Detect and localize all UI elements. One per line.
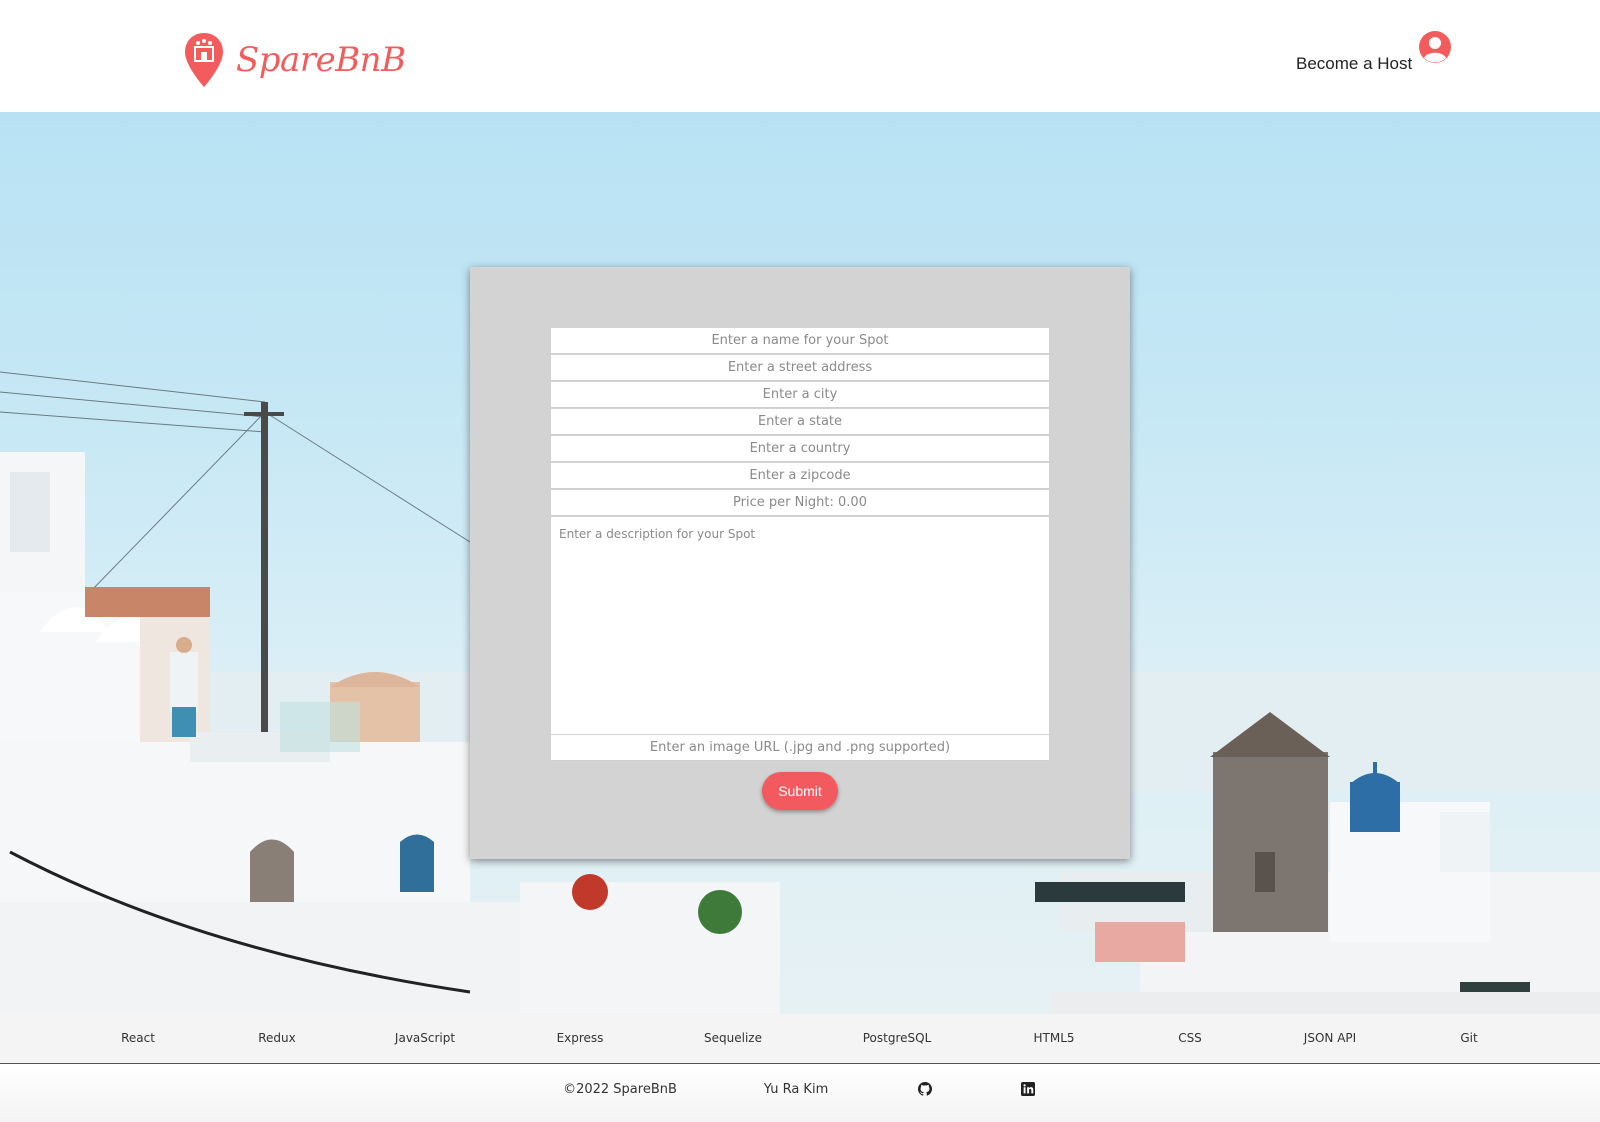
spot-name-input[interactable] — [551, 328, 1049, 354]
brand-logo[interactable]: SpareBnB — [184, 32, 406, 88]
tech-item-react[interactable]: React — [121, 1031, 155, 1045]
tech-item-git[interactable]: Git — [1460, 1031, 1477, 1045]
state-input[interactable] — [551, 409, 1049, 435]
tech-item-redux[interactable]: Redux — [258, 1031, 296, 1045]
description-textarea[interactable] — [551, 517, 1049, 734]
price-per-night-input[interactable] — [551, 490, 1049, 516]
map-pin-logo-icon — [185, 33, 223, 87]
tech-item-javascript[interactable]: JavaScript — [395, 1031, 455, 1045]
tech-item-css[interactable]: CSS — [1178, 1031, 1202, 1045]
tech-stack-bar: React Redux JavaScript Express Sequelize… — [0, 1014, 1600, 1064]
street-address-input[interactable] — [551, 355, 1049, 381]
image-url-input[interactable] — [551, 735, 1049, 761]
create-spot-card: Submit — [470, 267, 1130, 859]
create-spot-form — [551, 328, 1049, 762]
zipcode-input[interactable] — [551, 463, 1049, 489]
author-name: Yu Ra Kim — [763, 1082, 829, 1097]
city-input[interactable] — [551, 382, 1049, 408]
footer: ©2022 SpareBnB Yu Ra Kim — [0, 1065, 1600, 1122]
country-input[interactable] — [551, 436, 1049, 462]
tech-item-html5[interactable]: HTML5 — [1033, 1031, 1074, 1045]
tech-item-json-api[interactable]: JSON API — [1304, 1031, 1356, 1045]
tech-item-express[interactable]: Express — [557, 1031, 604, 1045]
submit-button[interactable]: Submit — [762, 772, 838, 810]
brand-name: SpareBnB — [236, 40, 406, 80]
github-icon[interactable] — [918, 1082, 932, 1096]
user-circle-icon[interactable] — [1418, 30, 1452, 64]
tech-item-postgresql[interactable]: PostgreSQL — [863, 1031, 932, 1045]
copyright-text: ©2022 SpareBnB — [563, 1082, 677, 1097]
become-host-link[interactable]: Become a Host — [1296, 54, 1412, 74]
nav-right: Become a Host — [1296, 30, 1452, 74]
linkedin-icon[interactable] — [1021, 1082, 1035, 1096]
site-header: SpareBnB Become a Host — [0, 0, 1600, 112]
tech-item-sequelize[interactable]: Sequelize — [704, 1031, 762, 1045]
